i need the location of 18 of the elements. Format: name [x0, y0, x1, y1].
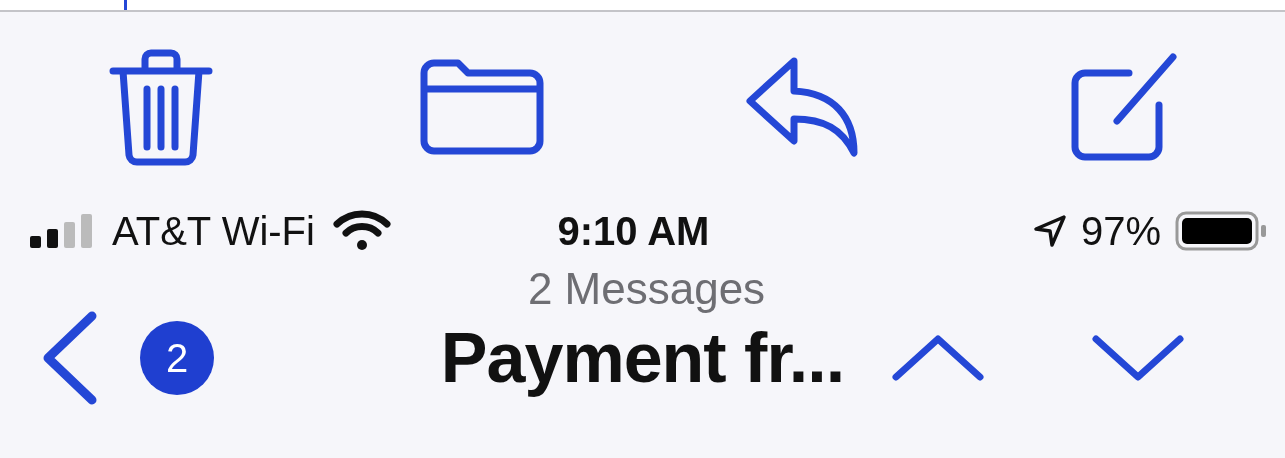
email-subject: Payment fr... [440, 318, 845, 398]
carrier-label: AT&T Wi-Fi [112, 208, 315, 254]
wifi-icon [332, 210, 391, 252]
location-arrow-icon [1032, 214, 1067, 248]
battery-icon [1175, 211, 1267, 251]
previous-button[interactable] [892, 333, 985, 383]
signal-icon [30, 214, 94, 248]
status-time: 9:10 AM [557, 208, 710, 254]
chevron-up-icon [892, 333, 985, 383]
message-count: 2 Messages [526, 264, 767, 314]
folder-icon [419, 59, 544, 155]
trash-icon [108, 47, 213, 167]
text-cursor [124, 0, 127, 10]
next-button[interactable] [1092, 333, 1185, 383]
compose-icon [1069, 51, 1180, 163]
count-badge: 2 [140, 321, 214, 395]
chevron-down-icon [1092, 333, 1185, 383]
battery-percentage: 97% [1080, 208, 1161, 254]
